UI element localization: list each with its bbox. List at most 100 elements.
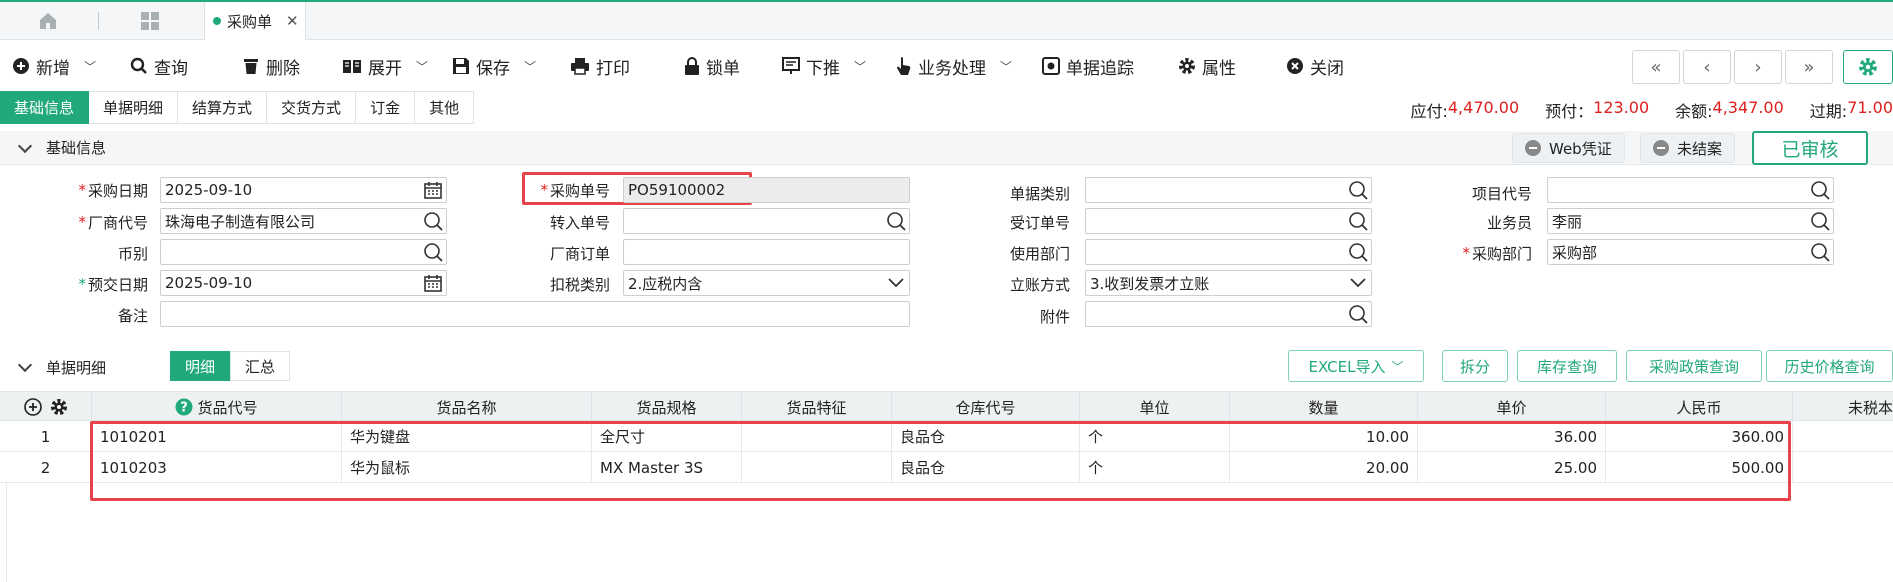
new-button[interactable]: 新增 ﹀ (12, 52, 96, 80)
grid-header: ? 货品代号 货品名称 货品规格 货品特征 仓库代号 单位 数量 单价 人民币 … (0, 391, 1893, 422)
attachment-label: 附件 (1039, 307, 1070, 326)
gear-icon (1179, 58, 1195, 74)
home-tab[interactable] (20, 2, 76, 40)
required-mark: * (540, 181, 548, 199)
col-item-name[interactable]: 货品名称 (342, 392, 592, 422)
purchase-date-field[interactable]: 2025-09-10 (160, 177, 447, 203)
label-text: 采购单号 (549, 181, 610, 200)
chevron-down-icon[interactable] (883, 271, 909, 295)
search-icon[interactable] (1345, 209, 1371, 233)
attachment-field[interactable] (1085, 301, 1372, 327)
next-record-button[interactable]: › (1734, 50, 1782, 84)
vendor-code-field[interactable]: 珠海电子制造有限公司 (160, 208, 447, 234)
col-item-code[interactable]: ? 货品代号 (92, 392, 342, 422)
query-button[interactable]: 查询 (130, 52, 188, 80)
col-unit-price[interactable]: 单价 (1418, 392, 1606, 422)
tab-document-detail[interactable]: 单据明细 (89, 91, 179, 124)
section-title: 单据明细 (46, 358, 107, 377)
gear-icon[interactable] (50, 398, 68, 416)
save-button[interactable]: 保存 ﹀ (452, 52, 536, 80)
gear-icon (1859, 58, 1877, 76)
purchase-dept-field[interactable]: 采购部 (1547, 239, 1834, 265)
pointer-hand-icon (897, 57, 911, 75)
project-code-field[interactable] (1547, 177, 1834, 203)
lock-button[interactable]: 锁单 (684, 52, 740, 80)
policy-query-button[interactable]: 采购政策查询 (1626, 350, 1762, 382)
tab-basic-info[interactable]: 基础信息 (0, 91, 90, 124)
tab-purchase-order[interactable]: 采购单 ✕ (204, 2, 306, 40)
currency-field[interactable] (160, 239, 447, 265)
search-icon[interactable] (883, 209, 909, 233)
col-item-feature[interactable]: 货品特征 (742, 392, 892, 422)
print-button[interactable]: 打印 (570, 52, 630, 80)
tax-type-select[interactable]: 2.应税内含 (623, 270, 910, 296)
document-trace-button[interactable]: 单据追踪 (1042, 52, 1134, 80)
search-icon (130, 57, 147, 74)
search-icon[interactable] (1345, 302, 1371, 326)
expand-button[interactable]: 展开 ﹀ (342, 52, 428, 80)
close-button[interactable]: 关闭 (1286, 52, 1344, 80)
col-pretax-cost[interactable]: 未税本 (1793, 392, 1893, 422)
push-down-button[interactable]: 下推 ﹀ (782, 52, 866, 80)
stock-query-button[interactable]: 库存查询 (1517, 350, 1617, 382)
active-dot-icon (213, 17, 221, 25)
tab-summary[interactable]: 汇总 (230, 351, 291, 381)
settings-button[interactable] (1843, 50, 1893, 84)
delete-button[interactable]: 删除 (242, 52, 300, 80)
tab-delivery[interactable]: 交货方式 (267, 91, 357, 124)
search-icon[interactable] (1345, 178, 1371, 202)
doc-type-field[interactable] (1085, 177, 1372, 203)
split-button[interactable]: 拆分 (1442, 350, 1508, 382)
use-dept-field[interactable] (1085, 239, 1372, 265)
remark-field[interactable] (160, 301, 910, 327)
tab-settlement[interactable]: 结算方式 (178, 91, 268, 124)
window-tab-bar: 采购单 ✕ (0, 0, 1893, 40)
last-record-button[interactable]: » (1785, 50, 1833, 84)
excel-import-button[interactable]: EXCEL导入 ﹀ (1288, 350, 1424, 382)
col-quantity[interactable]: 数量 (1230, 392, 1418, 422)
col-warehouse[interactable]: 仓库代号 (892, 392, 1080, 422)
project-code-label: 项目代号 (1471, 184, 1532, 203)
salesman-field[interactable]: 李丽 (1547, 208, 1834, 234)
price-history-button[interactable]: 历史价格查询 (1766, 350, 1893, 382)
business-process-button[interactable]: 业务处理 ﹀ (896, 52, 1012, 80)
search-icon[interactable] (420, 240, 446, 264)
col-item-spec[interactable]: 货品规格 (592, 392, 742, 422)
amount-summary: 应付: 4,470.00 预付： 123.00 余额: 4,347.00 过期:… (1410, 98, 1893, 122)
grid-tools (0, 392, 92, 422)
tab-other[interactable]: 其他 (415, 91, 475, 124)
row-number: 2 (0, 452, 92, 483)
not-closed-button[interactable]: 未结案 (1640, 133, 1736, 163)
close-tab-icon[interactable]: ✕ (286, 12, 299, 30)
search-icon[interactable] (1807, 240, 1833, 264)
apps-tab[interactable] (120, 2, 180, 40)
col-rmb[interactable]: 人民币 (1606, 392, 1793, 422)
search-icon[interactable] (420, 209, 446, 233)
first-record-button[interactable]: « (1632, 50, 1680, 84)
close-label: 关闭 (1310, 58, 1344, 79)
po-number-field[interactable]: PO59100002 (623, 177, 910, 203)
add-row-icon[interactable] (23, 398, 42, 416)
prev-record-button[interactable]: ‹ (1683, 50, 1731, 84)
purchase-date-label: * 采购日期 (30, 178, 148, 202)
col-unit[interactable]: 单位 (1080, 392, 1230, 422)
search-icon[interactable] (1807, 209, 1833, 233)
order-no-field[interactable] (1085, 208, 1372, 234)
tab-detail[interactable]: 明细 (170, 351, 231, 381)
delivery-date-field[interactable]: 2025-09-10 (160, 270, 447, 296)
vendor-order-field[interactable] (623, 239, 910, 265)
order-no-label: 受订单号 (1009, 213, 1070, 232)
help-icon[interactable]: ? (175, 398, 193, 416)
web-voucher-button[interactable]: Web凭证 (1512, 133, 1625, 163)
account-method-select[interactable]: 3.收到发票才立账 (1085, 270, 1372, 296)
lock-icon (685, 57, 699, 75)
calendar-icon[interactable] (420, 178, 446, 202)
search-icon[interactable] (1345, 240, 1371, 264)
search-icon[interactable] (1807, 178, 1833, 202)
transfer-no-field[interactable] (623, 208, 910, 234)
tab-deposit[interactable]: 订金 (356, 91, 416, 124)
properties-button[interactable]: 属性 (1178, 52, 1236, 80)
chevron-down-icon[interactable] (1345, 271, 1371, 295)
calendar-icon[interactable] (420, 271, 446, 295)
delete-label: 删除 (266, 58, 300, 79)
